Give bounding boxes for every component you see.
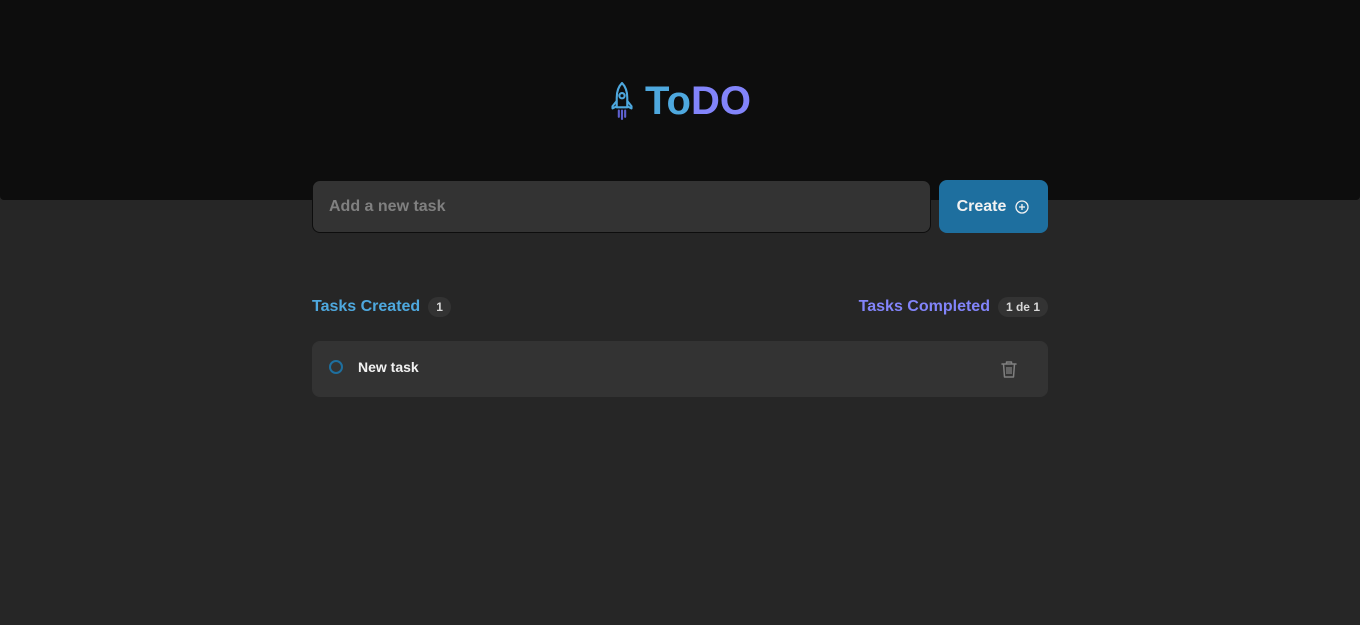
task-list: New task bbox=[312, 341, 1048, 397]
tasks-completed-badge: 1 de 1 bbox=[997, 297, 1048, 317]
app-title: To DO bbox=[645, 78, 751, 124]
tasks-created-label: Tasks Created bbox=[312, 298, 421, 315]
task-checkbox[interactable] bbox=[329, 360, 343, 374]
task-item: New task bbox=[312, 341, 1048, 397]
plus-circle-icon bbox=[1015, 199, 1030, 214]
logo: To DO bbox=[0, 78, 1360, 124]
task-counters: Tasks Created 1 Tasks Completed 1 de 1 bbox=[312, 296, 1048, 318]
create-button-label: Create bbox=[956, 197, 1007, 215]
tasks-created-badge: 1 bbox=[428, 297, 451, 317]
task-text: New task bbox=[358, 359, 419, 375]
delete-task-button[interactable] bbox=[997, 357, 1021, 381]
new-task-input[interactable] bbox=[312, 180, 931, 233]
new-task-form: Create bbox=[312, 180, 1048, 234]
tasks-completed-label: Tasks Completed bbox=[858, 298, 990, 315]
tasks-completed-counter: Tasks Completed 1 de 1 bbox=[859, 297, 1048, 317]
rocket-icon bbox=[611, 82, 633, 120]
create-button[interactable]: Create bbox=[939, 180, 1048, 233]
trash-icon bbox=[1001, 361, 1017, 378]
app-header: To DO bbox=[0, 0, 1360, 200]
app-title-part2: DO bbox=[690, 79, 751, 123]
app-title-part1: To bbox=[645, 79, 691, 123]
tasks-created-counter: Tasks Created 1 bbox=[312, 297, 451, 317]
